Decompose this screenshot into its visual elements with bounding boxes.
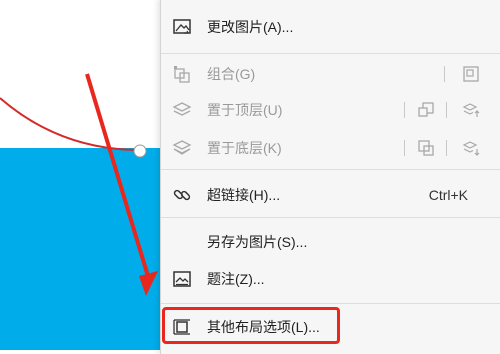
layers-up-icon <box>171 99 193 121</box>
change-picture-icon <box>171 16 193 38</box>
menu-divider <box>161 169 500 170</box>
menu-item-caption[interactable]: 题注(Z)... <box>161 259 500 299</box>
link-icon <box>171 184 193 206</box>
divider <box>444 66 445 82</box>
send-backward-icon[interactable] <box>416 138 436 158</box>
menu-item-save-as-picture[interactable]: 另存为图片(S)... <box>161 222 500 262</box>
menu-item-label: 题注(Z)... <box>207 271 265 287</box>
group-side-icon[interactable] <box>461 64 481 84</box>
group-icon <box>171 63 193 85</box>
menu-item-hyperlink[interactable]: 超链接(H)... Ctrl+K <box>161 175 500 215</box>
menu-item-send-to-back[interactable]: 置于底层(K) <box>161 128 500 168</box>
menu-item-label: 超链接(H)... <box>207 187 281 203</box>
caption-icon <box>171 268 193 290</box>
layers-down-icon <box>171 137 193 159</box>
layers-up-side-icon[interactable] <box>461 100 481 120</box>
menu-divider <box>161 303 500 304</box>
menu-item-label: 置于顶层(U) <box>207 102 283 118</box>
shortcut-label: Ctrl+K <box>428 187 468 203</box>
layers-down-side-icon[interactable] <box>461 138 481 158</box>
divider <box>404 140 405 156</box>
menu-item-label: 更改图片(A)... <box>207 19 294 35</box>
context-menu: 更改图片(A)... 组合(G) 置于顶层(U) 置于底层(K) 超链接(H).… <box>160 0 500 354</box>
menu-divider <box>161 217 500 218</box>
divider <box>446 140 447 156</box>
menu-item-bring-to-front[interactable]: 置于顶层(U) <box>161 90 500 130</box>
menu-item-label: 另存为图片(S)... <box>207 234 308 250</box>
divider <box>446 102 447 118</box>
menu-item-label: 置于底层(K) <box>207 140 282 156</box>
annotation-highlight-box <box>162 307 340 344</box>
menu-item-group[interactable]: 组合(G) <box>161 54 500 94</box>
bring-forward-icon[interactable] <box>416 100 436 120</box>
menu-item-change-picture[interactable]: 更改图片(A)... <box>161 7 500 47</box>
menu-item-label: 组合(G) <box>207 66 256 82</box>
divider <box>404 102 405 118</box>
